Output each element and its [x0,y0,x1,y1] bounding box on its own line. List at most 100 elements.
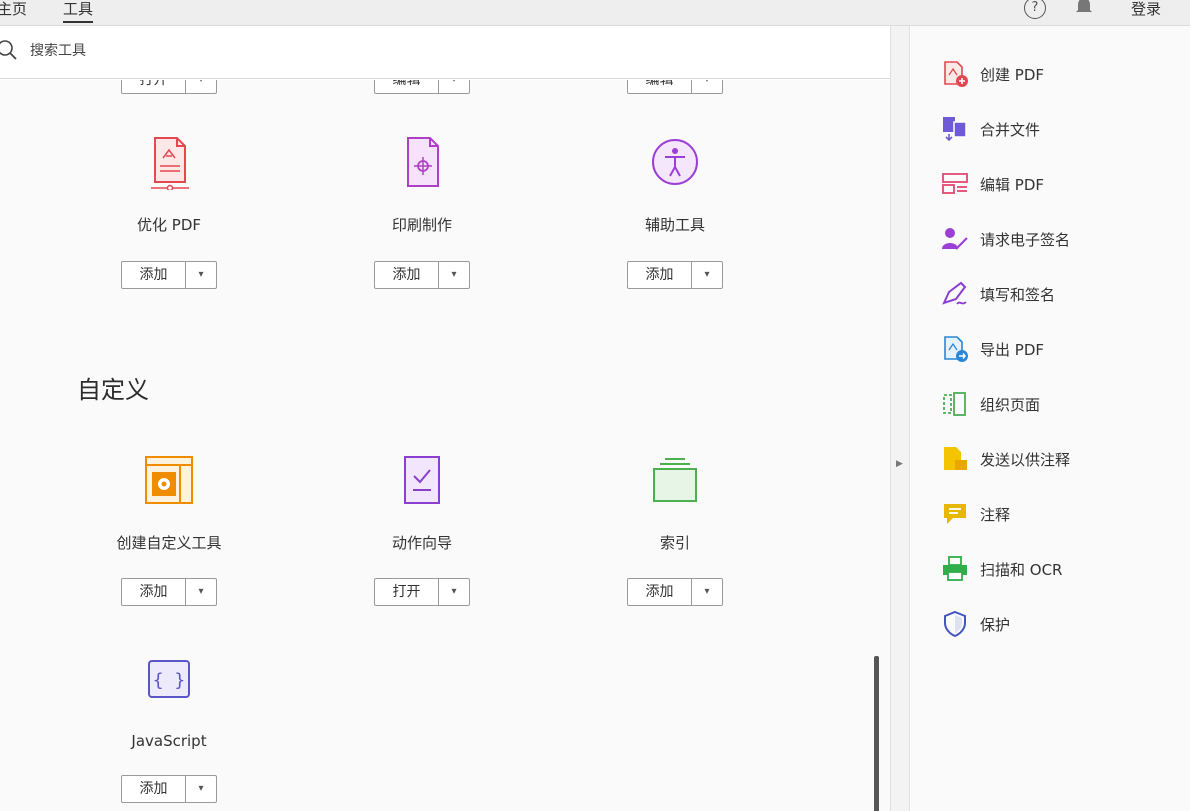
organize-pages-icon [943,392,966,416]
edit-button-partial[interactable]: 编辑 ▾ [374,80,470,94]
comment-icon [944,504,966,524]
dropdown-arrow-icon[interactable]: ▾ [186,262,216,288]
top-bar: 主页 工具 ? 登录 [0,0,1190,26]
open-button-partial[interactable]: 打开 ▾ [121,80,217,94]
svg-text:{ }: { } [153,670,186,691]
right-item-label: 组织页面 [980,395,1041,414]
optimize-pdf-icon [151,137,189,190]
right-item-scan-ocr[interactable]: 扫描和 OCR [941,554,1062,584]
tool-javascript[interactable]: { } JavaScript [79,652,259,750]
tab-home[interactable]: 主页 [0,0,27,19]
tool-accessibility[interactable]: 辅助工具 [585,134,765,235]
right-item-request-signature[interactable]: 请求电子签名 [941,224,1070,254]
right-item-protect[interactable]: 保护 [941,609,1010,639]
help-icon[interactable]: ? [1024,0,1046,19]
right-item-label: 保护 [980,615,1011,634]
tool-label: 印刷制作 [391,216,452,234]
right-item-edit-pdf[interactable]: 编辑 PDF [941,169,1044,199]
dropdown-arrow-icon[interactable]: ▾ [186,80,216,93]
right-item-fill-sign[interactable]: 填写和签名 [941,279,1055,309]
add-button[interactable]: 添加 ▾ [121,775,217,803]
fill-sign-icon [942,281,967,305]
tool-optimize-pdf[interactable]: 优化 PDF [79,134,259,235]
right-item-label: 创建 PDF [980,65,1044,84]
dropdown-arrow-icon[interactable]: ▾ [186,579,216,605]
index-icon [653,458,697,502]
scan-ocr-icon [943,556,967,581]
right-item-combine-files[interactable]: 合并文件 [941,114,1040,144]
tool-create-custom[interactable]: 创建自定义工具 [79,452,259,553]
button-label: 添加 [122,776,186,802]
request-signature-icon [942,228,968,250]
dropdown-arrow-icon[interactable]: ▾ [439,80,469,93]
right-item-comment[interactable]: 注释 [941,499,1010,529]
javascript-icon: { } [148,660,190,698]
create-custom-tool-icon [145,456,193,504]
expand-arrow-icon[interactable]: ▶ [896,459,903,469]
button-label: 打开 [122,80,186,93]
button-label: 编辑 [628,80,692,93]
tool-label: JavaScript [131,732,207,750]
right-item-label: 请求电子签名 [980,230,1071,249]
bell-icon[interactable] [1073,0,1095,18]
open-button[interactable]: 打开 ▾ [374,578,470,606]
dropdown-arrow-icon[interactable]: ▾ [692,579,722,605]
add-button[interactable]: 添加 ▾ [374,261,470,289]
edit-pdf-icon [942,173,968,194]
tool-label: 优化 PDF [137,216,201,234]
right-item-label: 注释 [980,505,1011,524]
right-item-label: 编辑 PDF [980,175,1044,194]
dropdown-arrow-icon[interactable]: ▾ [186,776,216,802]
login-link[interactable]: 登录 [1131,0,1161,19]
tool-action-wizard[interactable]: 动作向导 [332,452,512,553]
accessibility-icon [652,139,698,185]
search-bar [0,26,890,79]
right-item-label: 导出 PDF [980,340,1044,359]
right-item-label: 合并文件 [980,120,1041,139]
dropdown-arrow-icon[interactable]: ▾ [439,262,469,288]
button-label: 添加 [628,579,692,605]
tools-grid: 打开 ▾ 编辑 ▾ 编辑 ▾ 优化 PDF 添加 ▾ [0,80,890,811]
action-wizard-icon [404,456,440,504]
section-title-custom: 自定义 [77,376,149,404]
add-button[interactable]: 添加 ▾ [627,261,723,289]
right-panel: 创建 PDF 合并文件 编辑 PDF 请求电子签名 填写和签名 导出 PDF 组… [911,26,1190,811]
send-comment-icon [944,447,967,470]
create-pdf-icon [944,61,968,87]
right-item-organize-pages[interactable]: 组织页面 [941,389,1040,419]
right-item-label: 填写和签名 [980,285,1056,304]
button-label: 添加 [375,262,439,288]
search-input[interactable] [30,40,430,62]
scrollbar-thumb[interactable] [874,656,879,811]
right-item-export-pdf[interactable]: 导出 PDF [941,334,1044,364]
right-item-create-pdf[interactable]: 创建 PDF [941,59,1044,89]
edit-button-partial[interactable]: 编辑 ▾ [627,80,723,94]
add-button[interactable]: 添加 ▾ [121,578,217,606]
print-production-icon [407,137,439,187]
button-label: 添加 [628,262,692,288]
tool-label: 动作向导 [391,534,452,552]
tab-tools-label: 工具 [63,0,94,18]
button-label: 添加 [122,579,186,605]
button-label: 编辑 [375,80,439,93]
tab-tools[interactable]: 工具 [63,0,94,23]
right-item-send-comment[interactable]: 发送以供注释 [941,444,1070,474]
right-item-label: 扫描和 OCR [980,560,1063,579]
add-button[interactable]: 添加 ▾ [627,578,723,606]
export-pdf-icon [944,336,968,362]
panel-divider: ▶ [890,26,910,811]
protect-icon [944,610,966,638]
right-item-label: 发送以供注释 [980,450,1071,469]
dropdown-arrow-icon[interactable]: ▾ [439,579,469,605]
tool-label: 创建自定义工具 [116,534,222,552]
dropdown-arrow-icon[interactable]: ▾ [692,262,722,288]
button-label: 打开 [375,579,439,605]
add-button[interactable]: 添加 ▾ [121,261,217,289]
tool-label: 索引 [659,534,690,552]
dropdown-arrow-icon[interactable]: ▾ [692,80,722,93]
tool-index[interactable]: 索引 [585,452,765,553]
button-label: 添加 [122,262,186,288]
tool-print-production[interactable]: 印刷制作 [332,134,512,235]
active-tab-underline [63,21,94,23]
combine-files-icon [943,117,967,142]
